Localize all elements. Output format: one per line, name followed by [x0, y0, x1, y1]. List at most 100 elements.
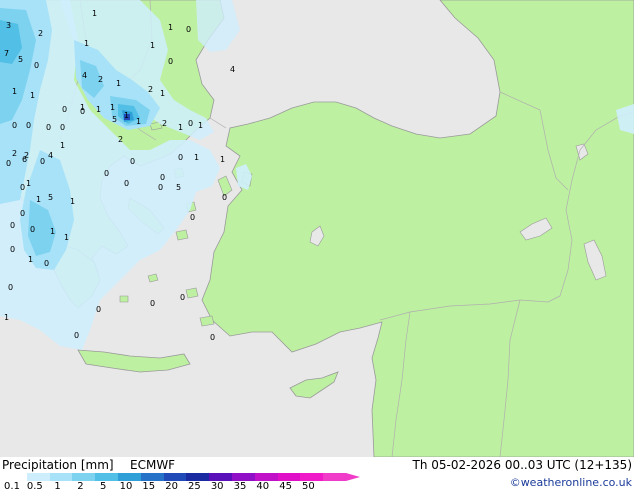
point-value: 1	[220, 155, 225, 164]
point-value: 1	[168, 23, 173, 32]
point-value: 0	[124, 179, 129, 188]
point-value: 0	[8, 283, 13, 292]
point-value: 7	[4, 49, 9, 58]
point-value: 0	[30, 225, 35, 234]
point-value: 1	[198, 121, 203, 130]
point-value: 1	[178, 123, 183, 132]
point-value: 1	[26, 179, 31, 188]
point-value: 5	[48, 193, 53, 202]
scale-swatch	[163, 473, 187, 481]
point-value: 0	[46, 123, 51, 132]
point-value: 1	[36, 195, 41, 204]
point-value: 0	[180, 293, 185, 302]
scale-tick-label: 15	[142, 481, 156, 492]
scale-swatch	[277, 473, 301, 481]
point-value: 0	[60, 123, 65, 132]
point-value: 1	[96, 105, 101, 114]
point-value: 2	[148, 85, 153, 94]
scale-tick-label: 0.5	[26, 481, 43, 492]
point-value: 0	[160, 173, 165, 182]
point-value: 0	[12, 121, 17, 130]
point-value: 1	[70, 197, 75, 206]
point-value: 6	[22, 155, 27, 164]
point-value: 2	[12, 149, 17, 158]
point-value: 4	[48, 151, 53, 160]
point-value: 0	[222, 193, 227, 202]
point-value: 5	[112, 115, 117, 124]
scale-tick-label: 30	[210, 481, 224, 492]
point-value: 1	[84, 39, 89, 48]
scale-swatch	[232, 473, 255, 481]
copyright: ©weatheronline.co.uk	[509, 476, 632, 489]
model-name: ECMWF	[130, 458, 176, 472]
point-value: 1	[12, 87, 17, 96]
point-value: 1	[110, 103, 115, 112]
point-value: 0	[168, 57, 173, 66]
scale-tick-label: 0.1	[4, 481, 20, 492]
point-value: 1	[92, 9, 97, 18]
scale-swatch	[140, 473, 164, 481]
point-value: 1	[124, 111, 129, 120]
point-value: 0	[40, 157, 45, 166]
scale-tick-label: 25	[188, 481, 201, 492]
scale-tick-label: 45	[279, 481, 292, 492]
point-value: 3	[6, 21, 11, 30]
scale-arrow	[346, 473, 360, 481]
scale-swatch	[323, 473, 346, 481]
point-value: 0	[190, 213, 195, 222]
map-canvas: 3127501 0111 100 0104 2 12 15 111 2 1 0 10 0 112 2020 1…	[0, 0, 634, 457]
scale-tick-label: 10	[119, 481, 133, 492]
point-value: 0	[6, 159, 11, 168]
point-value: 5	[176, 183, 181, 192]
point-value: 1	[64, 233, 69, 242]
scale-tick-label: 40	[256, 481, 270, 492]
point-value: 2	[162, 119, 167, 128]
point-value: 1	[136, 117, 141, 126]
legend-title: Precipitation [mm]	[2, 458, 114, 472]
point-value: 0	[210, 333, 215, 342]
scale-tick-label: 5	[100, 481, 107, 492]
point-value: 5	[18, 55, 23, 64]
scale-tick-label: 2	[77, 481, 84, 492]
point-value: 0	[130, 157, 135, 166]
scale-swatch	[49, 473, 73, 481]
point-value: 0	[20, 209, 25, 218]
point-value: 0	[10, 245, 15, 254]
point-value: 2	[98, 75, 103, 84]
precipitation-map: 3127501011110001042121511121010011220201…	[0, 0, 634, 457]
point-value: 1	[150, 41, 155, 50]
point-value: 0	[74, 331, 79, 340]
scale-swatch	[254, 473, 278, 481]
datetime-label: Th 05-02-2026 00..03 UTC (12+135)	[412, 458, 632, 472]
point-value: 0	[44, 259, 49, 268]
point-value: 4	[82, 71, 87, 80]
point-value: 0	[178, 153, 183, 162]
point-value: 1	[4, 313, 9, 322]
point-value: 0	[62, 105, 67, 114]
point-value: 0	[96, 305, 101, 314]
point-value: 1	[116, 79, 121, 88]
point-value: 1	[194, 153, 199, 162]
point-value: 0	[26, 121, 31, 130]
scale-swatch	[72, 473, 96, 481]
legend-bar: Precipitation [mm] ECMWF Th 05-02-2026 0…	[0, 457, 634, 492]
point-value: 1	[28, 255, 33, 264]
point-value: 1	[160, 89, 165, 98]
scale-swatch	[300, 473, 324, 481]
point-value: 2	[118, 135, 123, 144]
point-value: 1	[80, 103, 85, 112]
scale-swatch	[209, 473, 232, 481]
point-value: 1	[50, 227, 55, 236]
scale-tick-label: 35	[233, 481, 247, 492]
point-value: 1	[60, 141, 65, 150]
scale-tick-label: 20	[165, 481, 178, 492]
point-value: 0	[20, 183, 25, 192]
point-value: 2	[38, 29, 43, 38]
point-value: 0	[150, 299, 155, 308]
scale-swatch	[95, 473, 118, 481]
point-value: 0	[104, 169, 109, 178]
scale-tick-label: 50	[302, 481, 315, 492]
point-value: 0	[188, 119, 193, 128]
scale-tick-label: 1	[54, 481, 61, 492]
point-value: 1	[30, 91, 35, 100]
